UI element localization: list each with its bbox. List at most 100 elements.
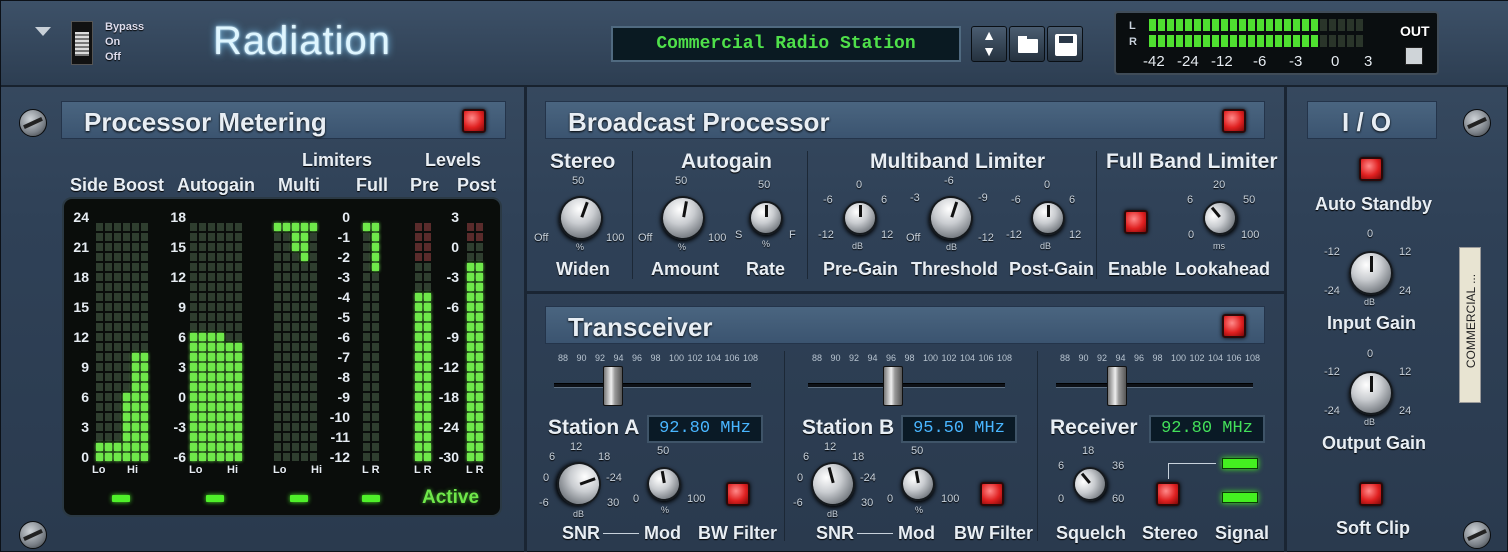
meter-cell: [292, 253, 299, 261]
station-b-mod-knob[interactable]: [898, 464, 938, 504]
meter-cell: [114, 293, 121, 301]
preset-display[interactable]: Commercial Radio Station: [611, 26, 961, 62]
pregain-scale-p12: 12: [881, 229, 894, 241]
fold-arrow-icon[interactable]: [35, 27, 51, 36]
meter-cell: [217, 253, 224, 261]
vu-l-label: L: [1129, 20, 1136, 32]
meter-cell: [217, 383, 224, 391]
folder-icon[interactable]: [1009, 26, 1045, 62]
out-clip-indicator[interactable]: [1405, 47, 1423, 65]
meter-cell: [96, 293, 103, 301]
broadcast-title: Broadcast Processor: [568, 107, 830, 137]
receiver-stereo-button[interactable]: [1156, 482, 1180, 506]
receiver-track: [1056, 383, 1253, 388]
meter-cell: [190, 363, 197, 371]
bypass-switch[interactable]: [71, 21, 93, 65]
rate-knob[interactable]: [749, 201, 783, 235]
station-a-snr-knob[interactable]: [550, 455, 608, 513]
meter-cell: [476, 303, 483, 311]
screw-icon: [1463, 521, 1491, 549]
pregain-knob[interactable]: [843, 201, 877, 235]
soft-clip-button[interactable]: [1359, 482, 1383, 506]
preset-updown-button[interactable]: ▲ ▼: [971, 26, 1007, 62]
meter-cell: [114, 243, 121, 251]
station-b-slider[interactable]: [882, 366, 903, 406]
meter-cell: [476, 423, 483, 431]
lookahead-knob[interactable]: [1196, 194, 1244, 242]
meter-cell: [372, 413, 379, 421]
station-a-mod-label: Mod: [644, 523, 681, 543]
meter-cell: [217, 423, 224, 431]
meter-scale-tick: -9: [337, 389, 350, 405]
receiver-slider[interactable]: [1107, 366, 1128, 406]
meter-cell: [96, 313, 103, 321]
meter-cell: [274, 273, 281, 281]
meter-cell: [123, 393, 130, 401]
meter-cell: [415, 243, 422, 251]
meter-cell: [424, 323, 431, 331]
input-gain-knob[interactable]: [1349, 251, 1393, 295]
levels-label: Levels: [425, 150, 482, 170]
meter-cell: [96, 343, 103, 351]
vu-scale-tick: 0: [1331, 53, 1340, 70]
station-a-bw-filter-button[interactable]: [726, 482, 750, 506]
station-b-frequency: 95.50 MHz: [901, 415, 1017, 443]
meter-scale-tick: 24: [73, 209, 89, 225]
rate-scale-50: 50: [758, 179, 771, 191]
station-b-snr-knob[interactable]: [806, 457, 860, 511]
fullband-enable-button[interactable]: [1124, 210, 1148, 234]
meter-cell: [199, 343, 206, 351]
meter-cell: [141, 303, 148, 311]
vu-segment: [1293, 35, 1300, 47]
save-icon[interactable]: [1047, 26, 1083, 62]
meter-cell: [372, 253, 379, 261]
transceiver-enable-button[interactable]: [1222, 314, 1246, 338]
amount-knob[interactable]: [657, 192, 709, 244]
side-boost-label: Side Boost: [70, 175, 165, 195]
postgain-knob[interactable]: [1031, 201, 1065, 235]
broadcast-enable-button[interactable]: [1222, 109, 1246, 133]
meter-cell: [235, 343, 242, 351]
meter-cell: [226, 383, 233, 391]
meter-cell: [123, 333, 130, 341]
meter-cell: [190, 243, 197, 251]
divider-tr-2: [1037, 351, 1038, 541]
vu-segment: [1320, 19, 1327, 31]
station-a-mod-knob[interactable]: [644, 464, 684, 504]
meter-cell: [114, 393, 121, 401]
meter-cell: [105, 433, 112, 441]
mod-b-scale-0: 0: [887, 493, 894, 505]
meter-cell: [301, 423, 308, 431]
meter-cell: [226, 243, 233, 251]
vu-scale-tick: 3: [1364, 53, 1373, 70]
screw-icon: [19, 109, 47, 137]
auto-lo-label: Lo: [189, 464, 203, 476]
meter-cell: [372, 423, 379, 431]
squelch-knob[interactable]: [1066, 460, 1114, 508]
vu-segment: [1257, 35, 1264, 47]
meter-cell: [217, 273, 224, 281]
meter-cell: [283, 433, 290, 441]
station-a-slider[interactable]: [603, 366, 624, 406]
meter-cell: [96, 383, 103, 391]
meter-cell: [274, 453, 281, 461]
freq-scale-tick: 90: [1078, 353, 1089, 363]
threshold-knob[interactable]: [923, 190, 979, 246]
output-scale-p24: 24: [1399, 405, 1412, 417]
meter-cell: [274, 233, 281, 241]
auto-standby-button[interactable]: [1359, 157, 1383, 181]
metering-enable-button[interactable]: [462, 109, 486, 133]
meter-cell: [199, 423, 206, 431]
output-gain-knob[interactable]: [1349, 371, 1393, 415]
meter-column: [226, 213, 233, 461]
meter-cell: [114, 323, 121, 331]
widen-knob[interactable]: [552, 189, 610, 247]
meter-cell: [123, 243, 130, 251]
freq-scale-tick: 100: [669, 353, 685, 363]
output-scale-m12: -12: [1324, 366, 1340, 378]
meter-cell: [235, 403, 242, 411]
station-b-bw-filter-button[interactable]: [980, 482, 1004, 506]
meter-cell: [123, 323, 130, 331]
meter-cell: [208, 273, 215, 281]
meter-cell: [467, 313, 474, 321]
